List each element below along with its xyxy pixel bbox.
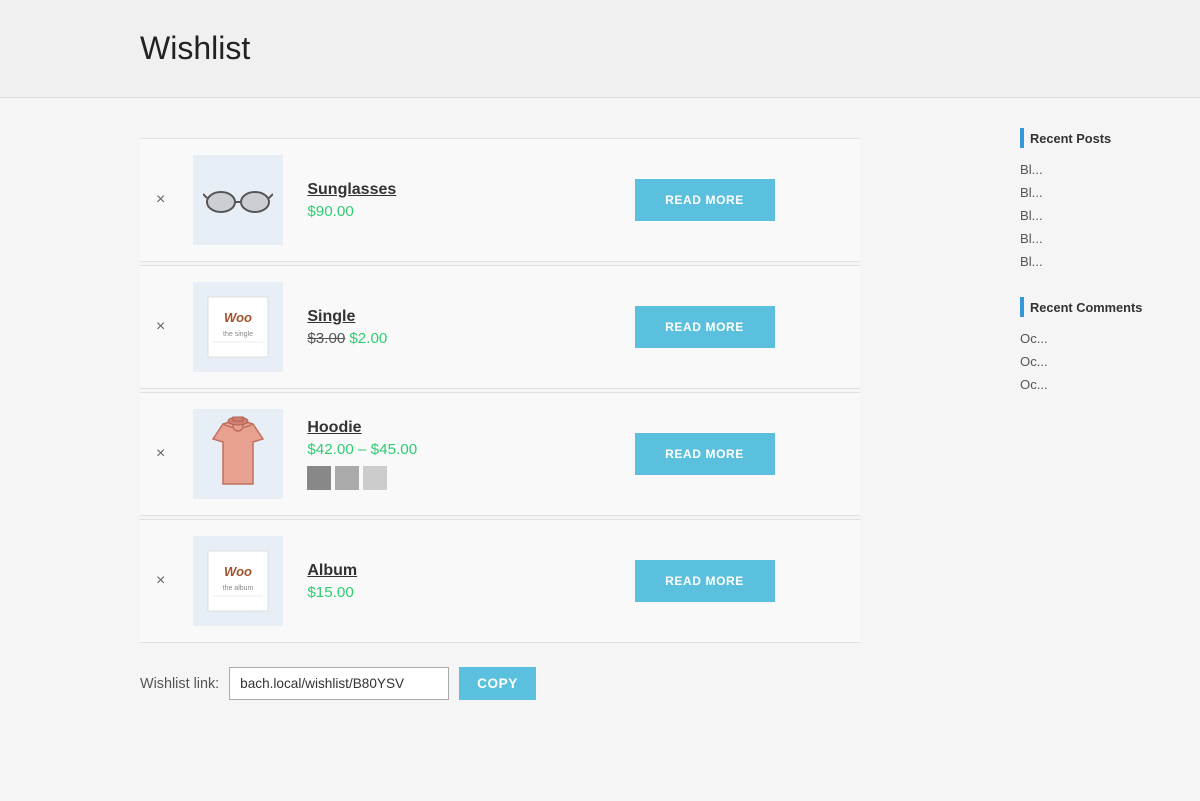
- sidebar-comment-3[interactable]: Oc...: [1020, 373, 1180, 396]
- product-image-cell: [181, 393, 295, 516]
- product-price-sale: $2.00: [349, 330, 387, 347]
- product-price-range: $42.00 – $45.00: [307, 441, 417, 458]
- product-price-container: $3.00$2.00: [307, 330, 537, 347]
- remove-button[interactable]: ×: [152, 441, 169, 467]
- remove-cell: ×: [140, 520, 181, 643]
- sidebar: Recent Posts Bl... Bl... Bl... Bl... Bl.…: [1000, 118, 1200, 720]
- read-more-cell: READ MORE: [549, 139, 860, 262]
- remove-button[interactable]: ×: [152, 568, 169, 594]
- product-price-container: $42.00 – $45.00: [307, 441, 537, 458]
- page-title: Wishlist: [140, 30, 1060, 67]
- read-more-button[interactable]: READ MORE: [635, 560, 775, 602]
- product-name[interactable]: Album: [307, 562, 357, 579]
- product-details-cell: Album $15.00: [295, 520, 549, 643]
- product-name[interactable]: Hoodie: [307, 419, 361, 436]
- table-row: × Woo the album Album $15.00 READ MORE: [140, 520, 860, 643]
- product-name[interactable]: Single: [307, 308, 355, 325]
- remove-cell: ×: [140, 393, 181, 516]
- sidebar-post-1[interactable]: Bl...: [1020, 158, 1180, 181]
- product-price: $90.00: [307, 203, 353, 220]
- swatch[interactable]: [307, 466, 331, 490]
- svg-text:Woo: Woo: [224, 310, 252, 325]
- sidebar-post-4[interactable]: Bl...: [1020, 227, 1180, 250]
- product-price-container: $90.00: [307, 203, 537, 220]
- wishlist-link-label: Wishlist link:: [140, 676, 219, 692]
- product-image: Woo the album: [193, 536, 283, 626]
- product-name[interactable]: Sunglasses: [307, 181, 396, 198]
- sidebar-post-5[interactable]: Bl...: [1020, 250, 1180, 273]
- product-price-regular: $3.00: [307, 330, 345, 347]
- sidebar-recent-posts: Recent Posts Bl... Bl... Bl... Bl... Bl.…: [1020, 128, 1180, 273]
- main-content: × Sunglasses $90.00 READ MORE ×: [0, 118, 1000, 720]
- sidebar-comment-2[interactable]: Oc...: [1020, 350, 1180, 373]
- wishlist-link-input[interactable]: [229, 667, 449, 700]
- svg-text:the album: the album: [223, 585, 254, 592]
- product-image: Woo the single: [193, 282, 283, 372]
- table-row: × Sunglasses $90.00 READ MORE: [140, 139, 860, 262]
- wishlist-link-row: Wishlist link: COPY: [140, 667, 860, 700]
- sidebar-comment-1[interactable]: Oc...: [1020, 327, 1180, 350]
- read-more-cell: READ MORE: [549, 393, 860, 516]
- table-row: × Woo the single Single $3.00$2.00 READ …: [140, 266, 860, 389]
- swatch[interactable]: [363, 466, 387, 490]
- read-more-button[interactable]: READ MORE: [635, 306, 775, 348]
- read-more-button[interactable]: READ MORE: [635, 179, 775, 221]
- copy-button[interactable]: COPY: [459, 667, 536, 700]
- sidebar-recent-posts-title: Recent Posts: [1020, 128, 1180, 148]
- page-header: Wishlist: [0, 0, 1200, 98]
- sidebar-divider-2-icon: [1020, 297, 1024, 317]
- remove-cell: ×: [140, 266, 181, 389]
- read-more-cell: READ MORE: [549, 520, 860, 643]
- read-more-button[interactable]: READ MORE: [635, 433, 775, 475]
- table-row: × Hoodie $42.00 – $45.00 READ MORE: [140, 393, 860, 516]
- remove-button[interactable]: ×: [152, 314, 169, 340]
- product-details-cell: Single $3.00$2.00: [295, 266, 549, 389]
- sidebar-recent-comments-title: Recent Comments: [1020, 297, 1180, 317]
- sidebar-post-2[interactable]: Bl...: [1020, 181, 1180, 204]
- product-image: [193, 155, 283, 245]
- product-image-cell: [181, 139, 295, 262]
- color-swatches: [307, 466, 537, 490]
- product-price-container: $15.00: [307, 584, 537, 601]
- svg-text:Woo: Woo: [224, 564, 252, 579]
- remove-button[interactable]: ×: [152, 187, 169, 213]
- read-more-cell: READ MORE: [549, 266, 860, 389]
- sidebar-post-3[interactable]: Bl...: [1020, 204, 1180, 227]
- sidebar-recent-comments: Recent Comments Oc... Oc... Oc...: [1020, 297, 1180, 396]
- wishlist-table: × Sunglasses $90.00 READ MORE ×: [140, 138, 860, 643]
- product-details-cell: Sunglasses $90.00: [295, 139, 549, 262]
- swatch[interactable]: [335, 466, 359, 490]
- svg-text:the single: the single: [223, 331, 253, 338]
- product-image-cell: Woo the single: [181, 266, 295, 389]
- remove-cell: ×: [140, 139, 181, 262]
- product-price: $15.00: [307, 584, 353, 601]
- sidebar-divider-icon: [1020, 128, 1024, 148]
- product-image-cell: Woo the album: [181, 520, 295, 643]
- product-image: [193, 409, 283, 499]
- product-details-cell: Hoodie $42.00 – $45.00: [295, 393, 549, 516]
